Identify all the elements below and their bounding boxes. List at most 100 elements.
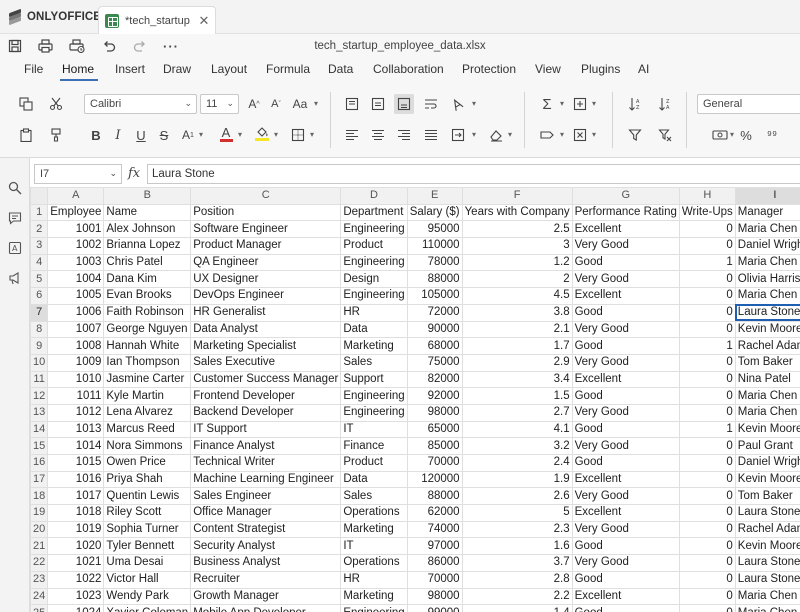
table-cell[interactable]: Sales Executive	[190, 353, 342, 372]
strikethrough-icon[interactable]: S	[154, 125, 174, 145]
row-header[interactable]: 24	[29, 587, 49, 606]
table-cell[interactable]: 2.2	[461, 587, 573, 606]
table-cell[interactable]: Very Good	[571, 353, 680, 372]
table-cell[interactable]: 1010	[47, 370, 105, 389]
table-cell[interactable]: Good	[571, 253, 680, 272]
table-cell[interactable]: 2	[461, 270, 573, 289]
row-header[interactable]: 20	[29, 520, 49, 539]
table-cell[interactable]: 2.6	[461, 487, 573, 506]
table-cell[interactable]: HR	[340, 303, 408, 322]
table-cell[interactable]: George Nguyen	[103, 320, 192, 339]
underline-icon[interactable]: U	[131, 125, 151, 145]
header-cell[interactable]: Department	[340, 203, 408, 222]
table-cell[interactable]: 1012	[47, 403, 105, 422]
table-cell[interactable]: Olivia Harris	[734, 270, 800, 289]
chevron-down-icon[interactable]: ▾	[310, 130, 314, 139]
cell-name-box[interactable]: I7 ⌄	[34, 164, 122, 184]
table-cell[interactable]: Kevin Moore	[734, 420, 800, 439]
paste-icon[interactable]	[16, 125, 36, 145]
feedback-icon[interactable]	[7, 270, 23, 286]
clear-icon[interactable]	[486, 125, 506, 145]
table-cell[interactable]: 2.9	[461, 353, 573, 372]
column-header-c[interactable]: C	[190, 187, 342, 205]
table-cell[interactable]: 1011	[47, 387, 105, 405]
table-cell[interactable]: 0	[678, 303, 736, 322]
table-cell[interactable]: 1015	[47, 454, 105, 472]
table-cell[interactable]: 0	[678, 387, 736, 405]
table-cell[interactable]: HR	[340, 570, 408, 589]
table-cell[interactable]: Office Manager	[190, 504, 342, 522]
table-cell[interactable]: 68000	[406, 337, 463, 355]
table-cell[interactable]: 1014	[47, 437, 105, 455]
row-header[interactable]: 23	[29, 570, 49, 589]
tab-data[interactable]: Data	[328, 62, 353, 76]
table-cell[interactable]: Maria Chen	[734, 287, 800, 305]
table-cell[interactable]: Ian Thompson	[103, 353, 192, 372]
column-header-i[interactable]: I	[734, 187, 800, 205]
table-cell[interactable]: Marcus Reed	[103, 420, 192, 439]
table-cell[interactable]: Chris Patel	[103, 253, 192, 272]
table-cell[interactable]: IT	[340, 420, 408, 439]
chevron-down-icon[interactable]: ▾	[274, 130, 278, 139]
table-cell[interactable]: Sales Engineer	[190, 487, 342, 506]
table-cell[interactable]: Tom Baker	[734, 353, 800, 372]
row-header[interactable]: 1	[29, 203, 49, 222]
table-cell[interactable]: 1022	[47, 570, 105, 589]
row-header[interactable]: 16	[29, 454, 49, 472]
table-cell[interactable]: IT	[340, 537, 408, 556]
column-header-d[interactable]: D	[340, 187, 408, 205]
table-cell[interactable]: Engineering	[340, 220, 408, 239]
table-cell[interactable]: 0	[678, 320, 736, 339]
table-cell[interactable]: Good	[571, 303, 680, 322]
table-cell[interactable]: 92000	[406, 387, 463, 405]
table-cell[interactable]: Excellent	[571, 504, 680, 522]
table-cell[interactable]: 1024	[47, 604, 105, 612]
table-cell[interactable]: 105000	[406, 287, 463, 305]
table-cell[interactable]: Sophia Turner	[103, 520, 192, 539]
row-header[interactable]: 7	[29, 303, 49, 322]
table-cell[interactable]: 4.5	[461, 287, 573, 305]
table-cell[interactable]: 1.4	[461, 604, 573, 612]
column-header-h[interactable]: H	[678, 187, 736, 205]
table-cell[interactable]: 0	[678, 353, 736, 372]
table-cell[interactable]: 1016	[47, 470, 105, 489]
table-cell[interactable]: Business Analyst	[190, 554, 342, 572]
table-cell[interactable]: 86000	[406, 554, 463, 572]
table-cell[interactable]: 0	[678, 504, 736, 522]
table-cell[interactable]: Maria Chen	[734, 387, 800, 405]
table-cell[interactable]: Good	[571, 387, 680, 405]
table-cell[interactable]: Alex Johnson	[103, 220, 192, 239]
table-cell[interactable]: HR Generalist	[190, 303, 342, 322]
table-cell[interactable]: 4.1	[461, 420, 573, 439]
table-cell[interactable]: 5	[461, 504, 573, 522]
table-cell[interactable]: 110000	[406, 237, 463, 255]
table-cell[interactable]: Laura Stone	[734, 554, 800, 572]
table-cell[interactable]: 1	[678, 420, 736, 439]
sort-ascending-icon[interactable]: AZ	[625, 94, 645, 114]
table-cell[interactable]: 0	[678, 220, 736, 239]
column-header-b[interactable]: B	[103, 187, 192, 205]
chevron-down-icon[interactable]: ▾	[560, 130, 564, 139]
row-header[interactable]: 18	[29, 487, 49, 506]
tab-view[interactable]: View	[535, 62, 561, 76]
table-cell[interactable]: 1021	[47, 554, 105, 572]
table-cell[interactable]: Excellent	[571, 287, 680, 305]
table-cell[interactable]: Quentin Lewis	[103, 487, 192, 506]
row-header[interactable]: 13	[29, 403, 49, 422]
percent-icon[interactable]: %	[736, 125, 756, 145]
chevron-down-icon[interactable]: ▾	[314, 99, 318, 108]
table-cell[interactable]: Riley Scott	[103, 504, 192, 522]
tab-collaboration[interactable]: Collaboration	[373, 62, 444, 76]
decrease-font-icon[interactable]: Aˇ	[266, 94, 286, 114]
borders-icon[interactable]	[288, 125, 308, 145]
chevron-down-icon[interactable]: ▾	[472, 130, 476, 139]
table-cell[interactable]: Security Analyst	[190, 537, 342, 556]
align-right-icon[interactable]	[394, 125, 414, 145]
table-cell[interactable]: Excellent	[571, 370, 680, 389]
table-cell[interactable]: Very Good	[571, 520, 680, 539]
table-cell[interactable]: 3.8	[461, 303, 573, 322]
function-icon[interactable]: fx	[128, 166, 140, 181]
table-cell[interactable]: Laura Stone	[734, 504, 800, 522]
table-cell[interactable]: 2.4	[461, 454, 573, 472]
chevron-down-icon[interactable]: ▾	[472, 99, 476, 108]
